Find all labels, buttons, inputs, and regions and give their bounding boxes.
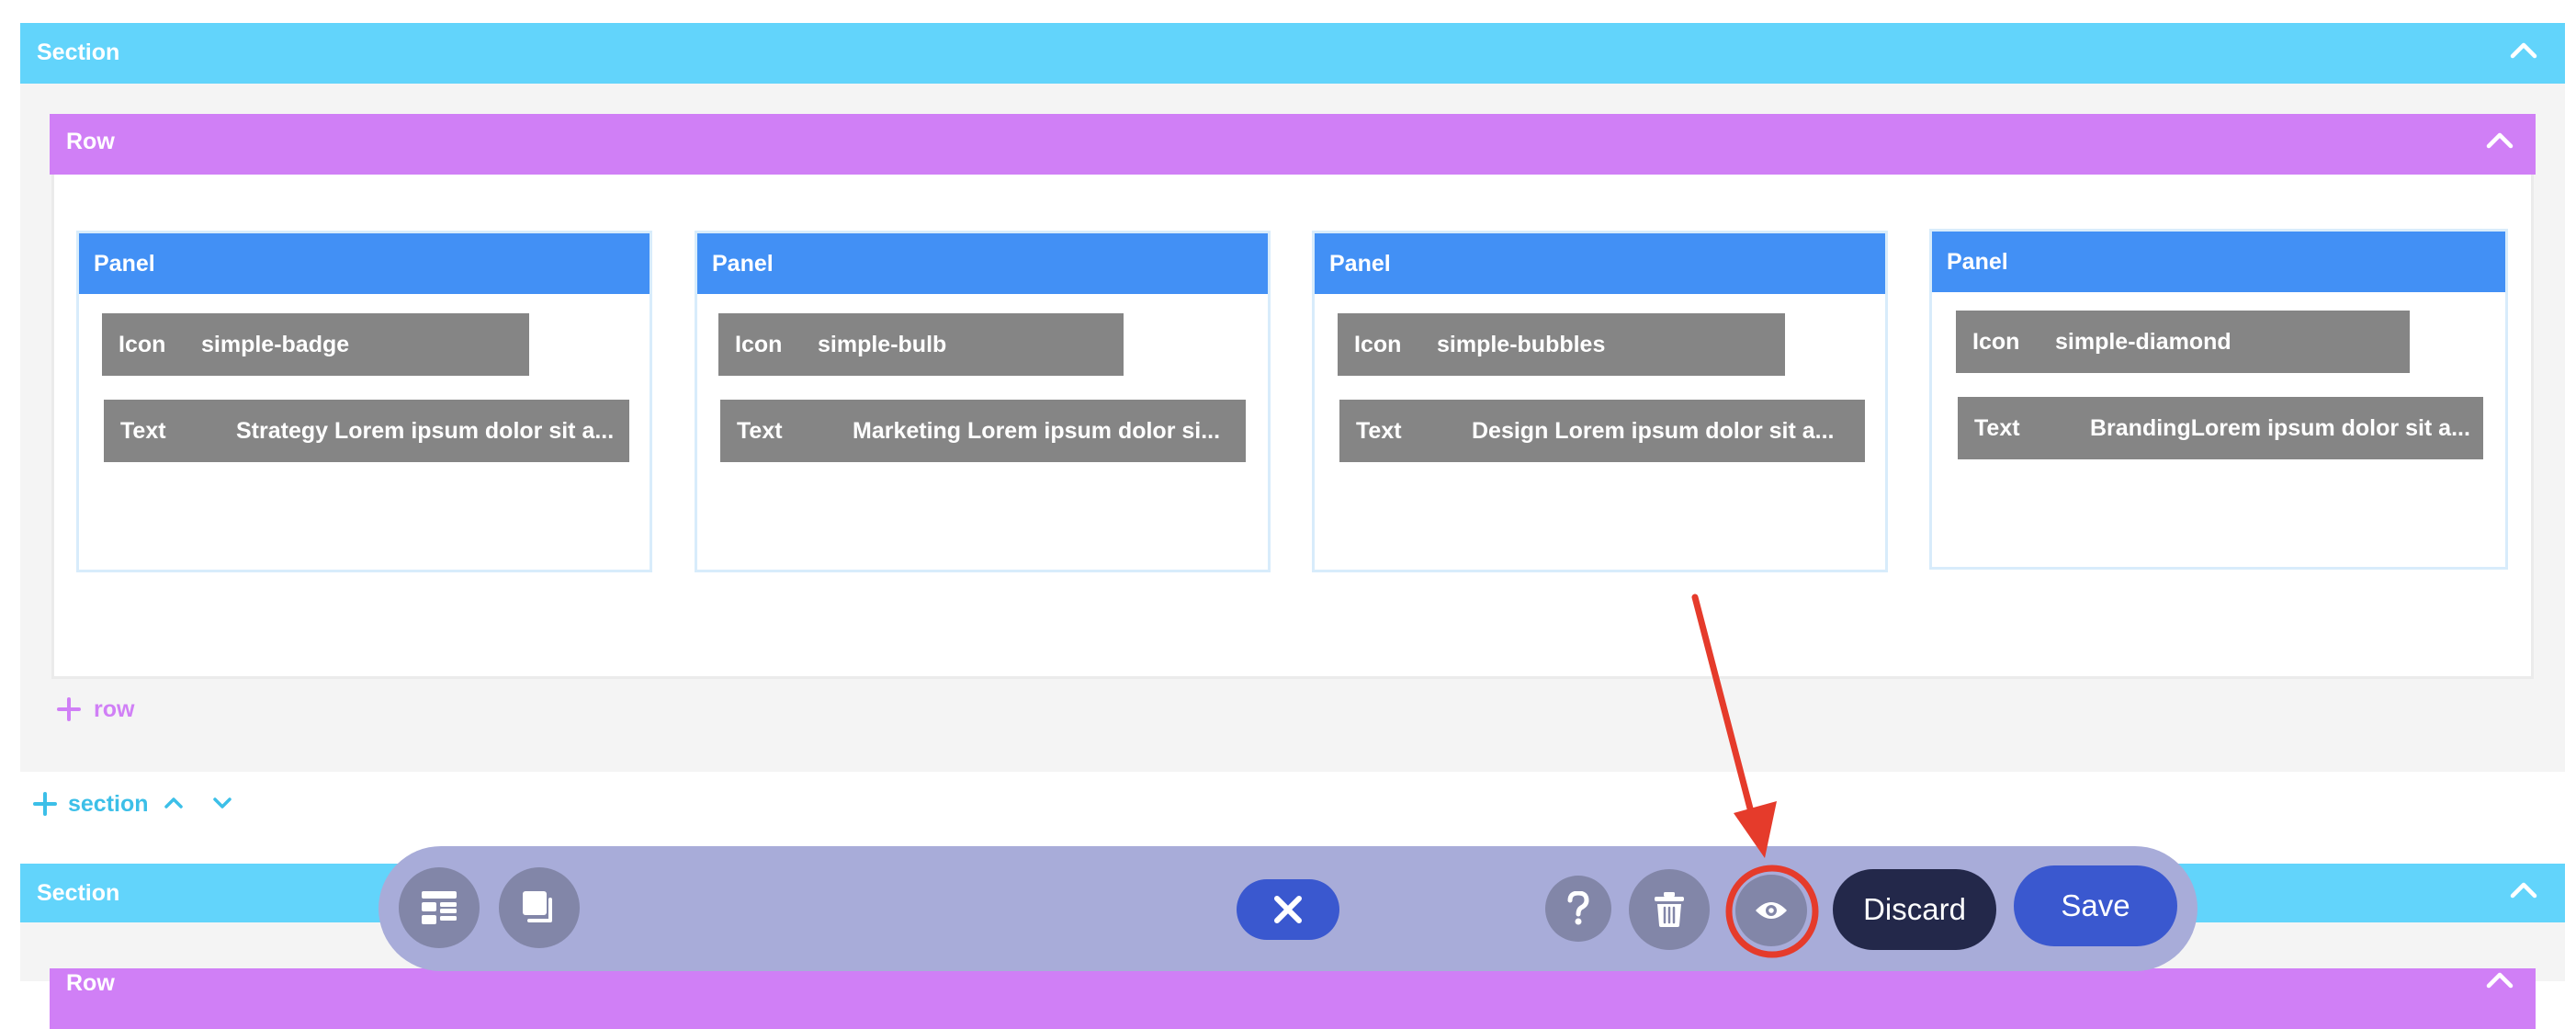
add-row-label: row [94,696,135,722]
help-icon [1567,891,1589,925]
save-button[interactable]: Save [2014,865,2177,946]
panel-header[interactable]: Panel [697,233,1268,294]
trash-icon [1655,892,1684,927]
row-title: Row [66,129,115,154]
preview-button[interactable] [1735,875,1807,946]
panel-header[interactable]: Panel [1932,232,2505,292]
panel-title: Panel [1329,251,1391,277]
module-type-label: Text [1356,418,1402,444]
section-title: Section [37,40,120,65]
module-type-label: Text [120,418,166,444]
section-title: Section [37,880,120,906]
save-label: Save [2061,888,2130,922]
layout-icon [422,891,457,924]
collapse-chevron-icon[interactable] [2484,125,2515,156]
move-section-up-icon[interactable] [163,792,185,814]
text-module[interactable]: Text Marketing Lorem ipsum dolor si... [720,400,1246,462]
module-type-label: Icon [119,332,166,357]
module-type-label: Icon [1354,332,1402,357]
icon-module[interactable]: Icon simple-badge [102,313,529,376]
discard-button[interactable]: Discard [1833,869,1996,950]
panel-header[interactable]: Panel [1315,233,1885,294]
section-header[interactable]: Section [20,23,2565,84]
panel-header[interactable]: Panel [79,233,650,294]
panel-title: Panel [94,251,155,277]
collapse-chevron-icon[interactable] [2508,875,2539,906]
panel-title: Panel [1947,249,2008,275]
layout-button[interactable] [399,867,480,948]
delete-button[interactable] [1629,869,1710,950]
module-type-label: Icon [735,332,783,357]
text-module[interactable]: Text Design Lorem ipsum dolor sit a... [1339,400,1865,462]
module-type-label: Icon [1972,329,2020,355]
text-value: BrandingLorem ipsum dolor sit a... [2090,415,2470,441]
help-button[interactable] [1545,876,1611,942]
close-button[interactable] [1237,879,1339,940]
panel[interactable]: Panel Icon simple-bubbles Text Design Lo… [1312,231,1888,572]
icon-value: simple-bubbles [1437,332,1606,357]
text-module[interactable]: Text BrandingLorem ipsum dolor sit a... [1958,397,2483,459]
icon-value: simple-diamond [2055,329,2231,355]
module-type-label: Text [1974,415,2020,441]
panel[interactable]: Panel Icon simple-badge Text Strategy Lo… [76,231,652,572]
icon-module[interactable]: Icon simple-bubbles [1338,313,1785,376]
plus-icon [57,697,81,721]
plus-icon [33,792,57,816]
panel[interactable]: Panel Icon simple-bulb Text Marketing Lo… [695,231,1271,572]
close-icon [1274,896,1302,923]
module-type-label: Text [737,418,783,444]
row-title: Row [66,970,115,996]
move-section-down-icon[interactable] [211,792,233,814]
icon-value: simple-badge [201,332,350,357]
panel-title: Panel [712,251,774,277]
eye-icon [1756,902,1787,919]
icon-value: simple-bulb [818,332,947,357]
duplicate-button[interactable] [499,867,580,948]
row-header[interactable]: Row [50,114,2536,175]
text-value: Marketing Lorem ipsum dolor si... [853,418,1221,444]
collapse-chevron-icon[interactable] [2484,968,2515,996]
discard-label: Discard [1863,892,1966,926]
text-value: Strategy Lorem ipsum dolor sit a... [236,418,615,444]
icon-module[interactable]: Icon simple-diamond [1956,311,2410,373]
add-section-label: section [68,791,149,817]
row-header[interactable]: Row [50,968,2536,1029]
text-module[interactable]: Text Strategy Lorem ipsum dolor sit a... [104,400,629,462]
icon-module[interactable]: Icon simple-bulb [718,313,1124,376]
copy-icon [523,891,552,922]
collapse-chevron-icon[interactable] [2508,35,2539,66]
text-value: Design Lorem ipsum dolor sit a... [1472,418,1835,444]
panel[interactable]: Panel Icon simple-diamond Text BrandingL… [1929,229,2508,570]
